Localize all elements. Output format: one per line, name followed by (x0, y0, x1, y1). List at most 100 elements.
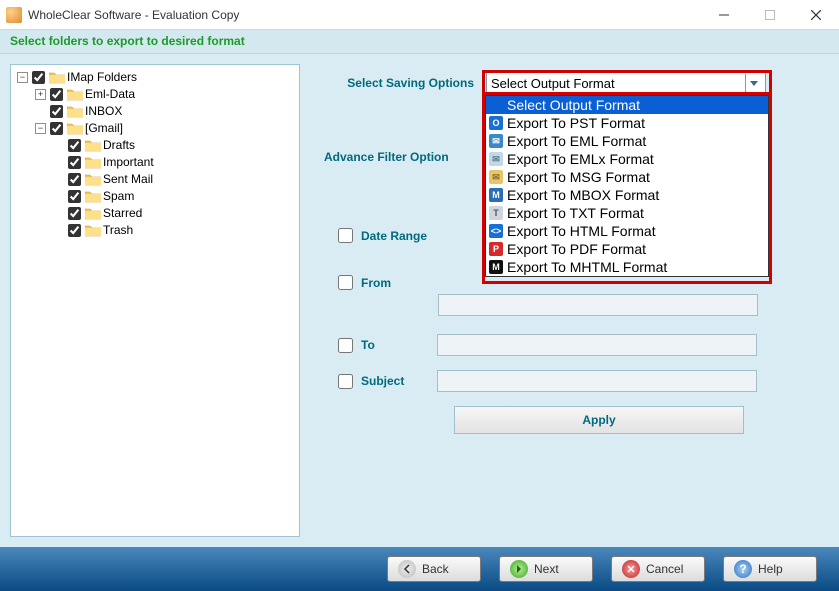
tree-node-spam[interactable]: Spam (53, 188, 299, 205)
to-input[interactable] (437, 334, 757, 356)
cancel-button[interactable]: Cancel (611, 556, 705, 582)
folder-icon (67, 122, 83, 135)
folder-icon (67, 88, 83, 101)
tree-checkbox[interactable] (68, 190, 81, 203)
folder-icon (85, 156, 101, 169)
dropdown-option[interactable]: P Export To PDF Format (486, 240, 768, 258)
from-row: From (338, 275, 825, 290)
option-icon: M (489, 188, 503, 202)
tree-label: Sent Mail (103, 171, 153, 188)
next-button[interactable]: Next (499, 556, 593, 582)
dropdown-option[interactable]: Select Output Format (486, 96, 768, 114)
date-range-checkbox[interactable] (338, 228, 353, 243)
folder-icon (85, 207, 101, 220)
dropdown-option[interactable]: ✉ Export To EML Format (486, 132, 768, 150)
instruction-label: Select folders to export to desired form… (0, 30, 839, 54)
subject-input[interactable] (437, 370, 757, 392)
maximize-button[interactable] (747, 0, 793, 30)
folder-tree[interactable]: − IMap Folders + E (17, 69, 299, 239)
tree-checkbox[interactable] (32, 71, 45, 84)
tree-checkbox[interactable] (68, 156, 81, 169)
date-range-label: Date Range (361, 229, 437, 243)
back-button[interactable]: Back (387, 556, 481, 582)
to-checkbox[interactable] (338, 338, 353, 353)
collapse-icon[interactable]: − (35, 123, 46, 134)
folder-icon (67, 105, 83, 118)
from-checkbox[interactable] (338, 275, 353, 290)
folder-icon (85, 190, 101, 203)
minimize-button[interactable] (701, 0, 747, 30)
option-icon: ✉ (489, 152, 503, 166)
tree-checkbox[interactable] (68, 173, 81, 186)
tree-checkbox[interactable] (68, 139, 81, 152)
from-label: From (361, 276, 437, 290)
close-button[interactable] (793, 0, 839, 30)
apply-button[interactable]: Apply (454, 406, 744, 434)
tree-label: Important (103, 154, 154, 171)
help-button[interactable]: ? Help (723, 556, 817, 582)
tree-label: Spam (103, 188, 134, 205)
window-title: WholeClear Software - Evaluation Copy (28, 8, 701, 22)
option-label: Export To HTML Format (507, 223, 656, 239)
tree-checkbox[interactable] (68, 224, 81, 237)
tree-checkbox[interactable] (50, 105, 63, 118)
no-expand-icon (35, 106, 46, 117)
saving-options-row: Select Saving Options Select Output Form… (324, 72, 825, 94)
option-icon: O (489, 116, 503, 130)
dropdown-option[interactable]: M Export To MHTML Format (486, 258, 768, 276)
dropdown-option[interactable]: M Export To MBOX Format (486, 186, 768, 204)
tree-checkbox[interactable] (50, 88, 63, 101)
tree-node-sent-mail[interactable]: Sent Mail (53, 171, 299, 188)
folder-icon (49, 71, 65, 84)
expand-icon[interactable]: + (35, 89, 46, 100)
option-icon: M (489, 260, 503, 274)
subject-row: Subject (338, 370, 825, 392)
tree-label: Eml-Data (85, 86, 135, 103)
back-button-label: Back (422, 562, 449, 576)
option-icon: ✉ (489, 134, 503, 148)
dropdown-option[interactable]: TExport To TXT Format (486, 204, 768, 222)
from-input-row (338, 294, 825, 316)
dropdown-option[interactable]: OExport To PST Format (486, 114, 768, 132)
tree-checkbox[interactable] (68, 207, 81, 220)
tree-label: Drafts (103, 137, 135, 154)
tree-node-inbox[interactable]: INBOX (35, 103, 299, 120)
option-icon: T (489, 206, 503, 220)
footer-bar: Back Next Cancel ? Help (0, 547, 839, 591)
tree-checkbox[interactable] (50, 122, 63, 135)
tree-node-drafts[interactable]: Drafts (53, 137, 299, 154)
dropdown-option[interactable]: ✉Export To MSG Format (486, 168, 768, 186)
option-label: Export To MHTML Format (507, 259, 667, 275)
tree-node-eml-data[interactable]: + Eml-Data (35, 86, 299, 103)
option-label: Select Output Format (507, 97, 640, 113)
options-form: Select Saving Options Select Output Form… (324, 64, 825, 537)
option-icon: ✉ (489, 170, 503, 184)
option-label: Export To PDF Format (507, 241, 646, 257)
option-icon: P (489, 242, 503, 256)
option-icon (489, 98, 503, 112)
option-label: Export To EMLx Format (507, 151, 654, 167)
next-button-label: Next (534, 562, 559, 576)
folder-icon (85, 224, 101, 237)
saving-options-label: Select Saving Options (324, 76, 474, 90)
dropdown-option[interactable]: ✉ Export To EMLx Format (486, 150, 768, 168)
chevron-down-icon[interactable] (745, 74, 761, 92)
subject-checkbox[interactable] (338, 374, 353, 389)
option-label: Export To EML Format (507, 133, 646, 149)
collapse-icon[interactable]: − (17, 72, 28, 83)
help-button-label: Help (758, 562, 783, 576)
dropdown-option[interactable]: <>Export To HTML Format (486, 222, 768, 240)
option-label: Export To MBOX Format (507, 187, 659, 203)
to-row: To (338, 334, 825, 356)
output-format-select[interactable]: Select Output Format (486, 72, 766, 94)
from-input[interactable] (438, 294, 758, 316)
help-icon: ? (734, 560, 752, 578)
tree-node-important[interactable]: Important (53, 154, 299, 171)
output-format-dropdown-list[interactable]: Select Output Format OExport To PST Form… (485, 95, 769, 277)
tree-label: IMap Folders (67, 69, 137, 86)
tree-node-root[interactable]: − IMap Folders (17, 69, 299, 86)
tree-node-trash[interactable]: Trash (53, 222, 299, 239)
tree-node-starred[interactable]: Starred (53, 205, 299, 222)
tree-node-gmail[interactable]: − [Gmail] (35, 120, 299, 137)
folder-icon (85, 139, 101, 152)
